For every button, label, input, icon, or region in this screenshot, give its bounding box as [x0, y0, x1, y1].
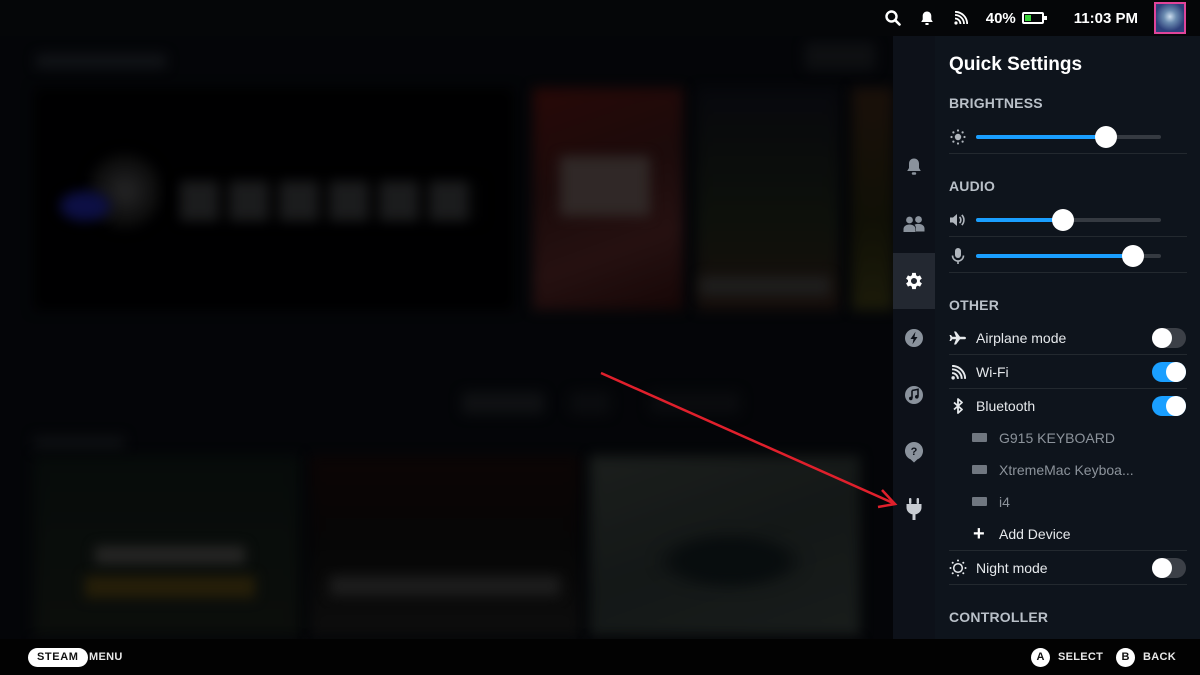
volume-slider-row	[949, 203, 1187, 237]
battery-percent: 40%	[985, 9, 1016, 27]
bluetooth-device[interactable]: i4	[972, 488, 1187, 516]
slider-fill	[976, 254, 1134, 258]
device-name: G915 KEYBOARD	[999, 430, 1115, 446]
toggle-knob	[1152, 558, 1172, 578]
bluetooth-row[interactable]: Bluetooth	[949, 389, 1187, 423]
microphone-slider[interactable]	[976, 245, 1161, 267]
section-controller: CONTROLLER	[949, 609, 1049, 625]
top-status-bar: 40% 11:03 PM	[0, 0, 1200, 36]
plug-icon	[906, 498, 922, 520]
night-mode-toggle[interactable]	[1152, 558, 1186, 578]
select-label: SELECT	[1058, 651, 1104, 663]
svg-text:?: ?	[911, 446, 918, 458]
battery-charging-icon	[1021, 12, 1047, 24]
airplane-mode-toggle[interactable]	[1152, 328, 1186, 348]
bluetooth-device[interactable]: XtremeMac Keyboa...	[972, 456, 1187, 484]
keyboard-icon	[972, 497, 987, 506]
keyboard-icon	[972, 465, 987, 474]
back-label: BACK	[1143, 651, 1176, 663]
section-audio: AUDIO	[949, 178, 996, 194]
rail-item-power[interactable]	[893, 481, 935, 537]
clock: 11:03 PM	[1073, 9, 1138, 27]
b-button-glyph[interactable]: B	[1116, 648, 1135, 667]
bluetooth-device[interactable]: G915 KEYBOARD	[972, 424, 1187, 452]
brightness-slider[interactable]	[976, 126, 1161, 148]
add-device-label: Add Device	[999, 526, 1071, 542]
avatar[interactable]	[1154, 2, 1186, 34]
wifi-icon	[949, 363, 967, 381]
brightness-slider-row	[949, 120, 1187, 154]
volume-slider[interactable]	[976, 209, 1161, 231]
airplane-mode-label: Airplane mode	[976, 330, 1067, 346]
night-mode-row[interactable]: Night mode	[949, 551, 1187, 585]
a-button-glyph[interactable]: A	[1031, 648, 1050, 667]
add-device-button[interactable]: + Add Device	[972, 519, 1187, 549]
device-name: XtremeMac Keyboa...	[999, 462, 1134, 478]
rail-item-notifications[interactable]	[893, 139, 935, 195]
slider-knob[interactable]	[1051, 209, 1074, 231]
slider-fill	[976, 135, 1106, 139]
section-brightness: BRIGHTNESS	[949, 95, 1043, 111]
rail-item-friends[interactable]	[893, 196, 935, 252]
bell-icon[interactable]	[918, 9, 936, 27]
airplane-mode-row[interactable]: Airplane mode	[949, 321, 1187, 355]
rail-item-help[interactable]: ?	[893, 424, 935, 480]
quick-access-rail: ?	[893, 36, 935, 639]
quick-settings-panel: Quick Settings BRIGHTNESS AUDIO OTHER Ai…	[935, 36, 1200, 639]
gear-icon	[906, 272, 922, 290]
rail-item-performance[interactable]	[893, 310, 935, 366]
music-note-icon	[905, 386, 923, 404]
help-icon: ?	[904, 441, 924, 463]
slider-knob[interactable]	[1122, 245, 1145, 267]
rail-item-music[interactable]	[893, 367, 935, 423]
toggle-knob	[1166, 396, 1186, 416]
friends-icon	[903, 216, 925, 232]
slider-knob[interactable]	[1094, 126, 1117, 148]
rail-item-quick-settings[interactable]	[893, 253, 935, 309]
wifi-label: Wi-Fi	[976, 364, 1009, 380]
wifi-toggle[interactable]	[1152, 362, 1186, 382]
microphone-icon	[949, 247, 967, 265]
menu-label: MENU	[89, 651, 123, 663]
speaker-icon	[949, 211, 967, 229]
keyboard-icon	[972, 433, 987, 442]
device-name: i4	[999, 494, 1010, 510]
microphone-slider-row	[949, 239, 1187, 273]
search-icon[interactable]	[884, 9, 902, 27]
plus-icon: +	[973, 523, 985, 545]
bell-icon	[907, 158, 921, 175]
toggle-knob	[1152, 328, 1172, 348]
bluetooth-toggle[interactable]	[1152, 396, 1186, 416]
wifi-icon[interactable]	[952, 9, 970, 27]
bluetooth-icon	[949, 397, 967, 415]
bluetooth-label: Bluetooth	[976, 398, 1036, 414]
sun-icon	[949, 128, 967, 146]
slider-fill	[976, 218, 1063, 222]
toggle-knob	[1166, 362, 1186, 382]
battery-fill	[1024, 15, 1032, 21]
library-background	[0, 36, 893, 639]
lightning-icon	[905, 329, 923, 347]
dim-overlay	[0, 36, 893, 639]
night-mode-label: Night mode	[976, 560, 1048, 576]
wifi-row[interactable]: Wi-Fi	[949, 355, 1187, 389]
airplane-icon	[949, 329, 967, 347]
panel-title: Quick Settings	[949, 54, 1083, 75]
section-other: OTHER	[949, 297, 999, 313]
bottom-hint-bar: STEAM MENU A SELECT B BACK	[0, 639, 1200, 675]
night-mode-icon	[949, 559, 967, 577]
steam-button[interactable]: STEAM	[28, 648, 88, 667]
